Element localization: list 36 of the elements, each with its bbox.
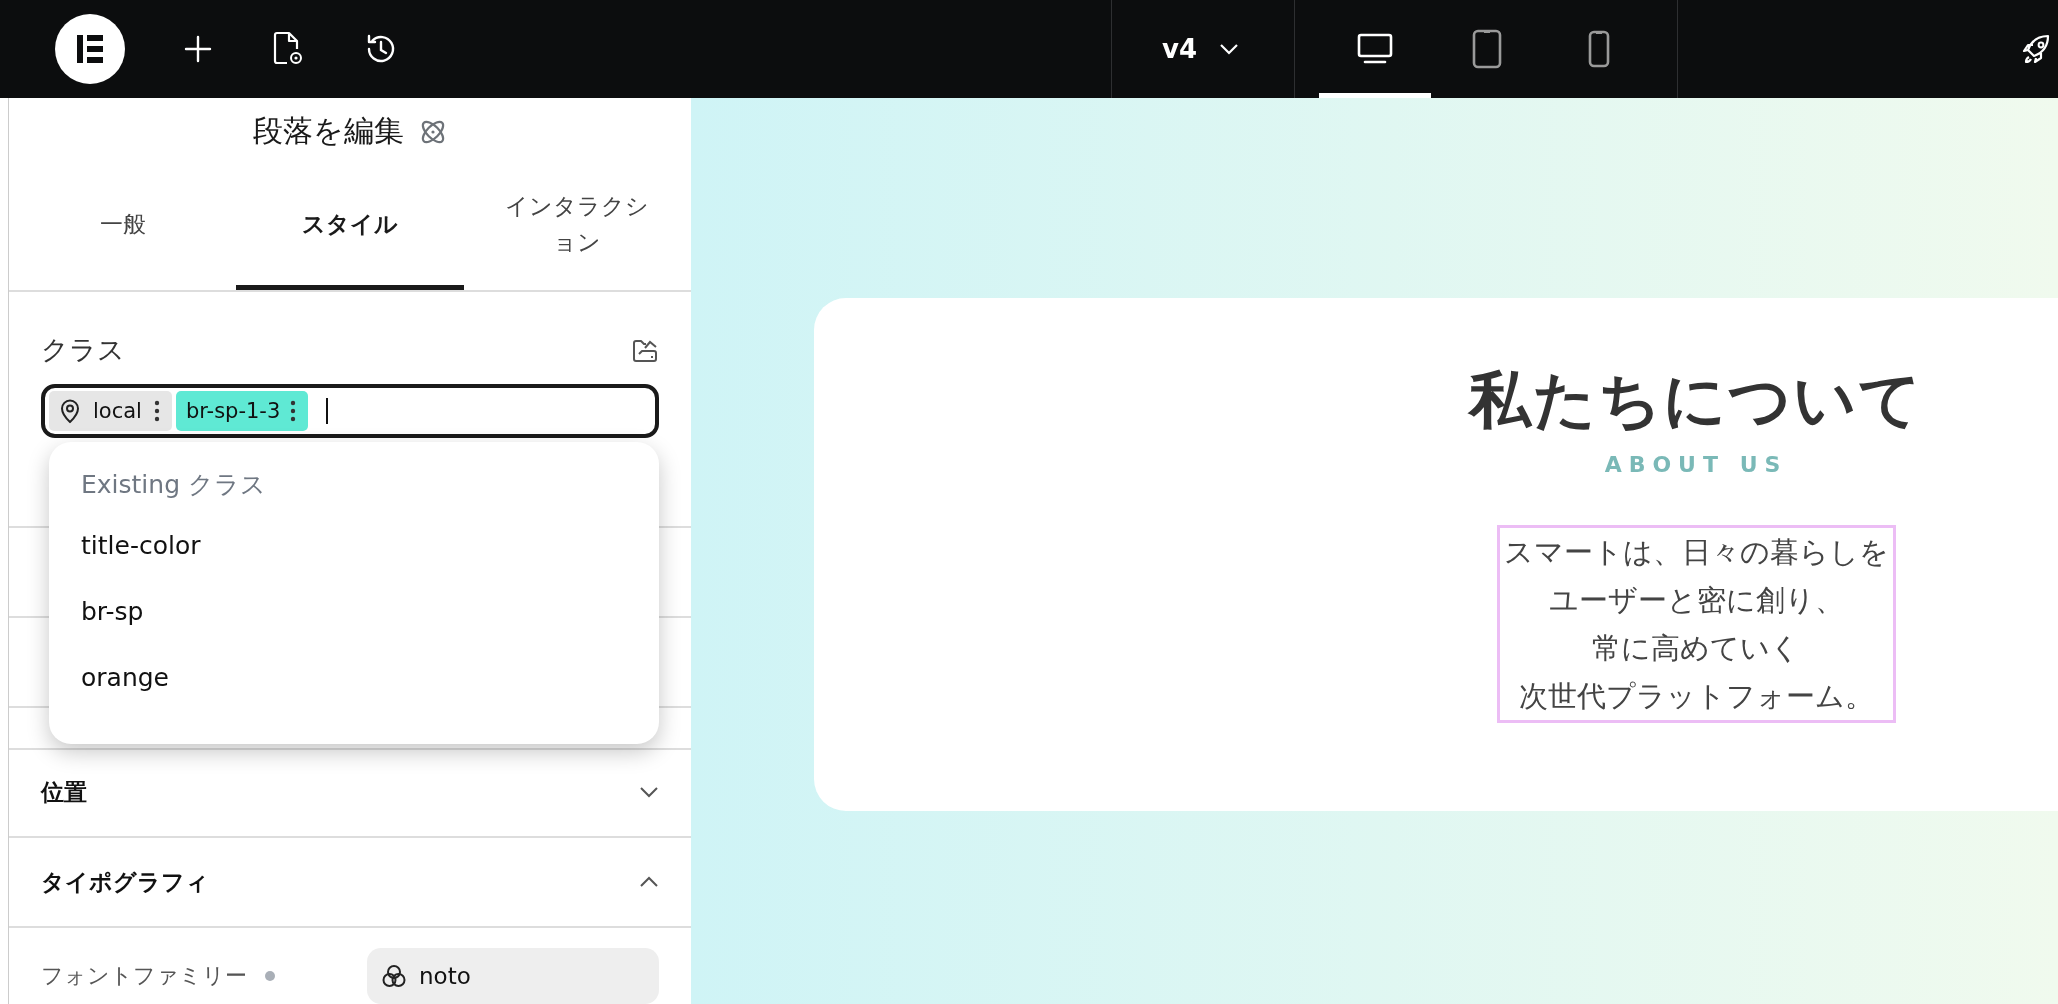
chevron-down-icon — [1219, 43, 1240, 55]
menu-item[interactable]: orange — [81, 663, 659, 729]
section-title[interactable]: 位置 — [41, 776, 87, 808]
section-subheading: ABOUT US — [1604, 452, 1788, 477]
chevron-down-icon[interactable] — [639, 786, 659, 798]
panel-tab[interactable]: スタイル — [236, 165, 464, 290]
field-label: フォントファミリー — [41, 962, 247, 990]
panel-tab[interactable]: 一般 — [9, 165, 237, 290]
menu-item[interactable]: br-sp — [81, 597, 659, 663]
chip-label: br-sp-1-3 — [185, 399, 281, 423]
class-input-field[interactable]: local br-sp-1-3 — [41, 384, 659, 438]
class-chip[interactable]: br-sp-1-3 — [175, 391, 309, 431]
chip-label: local — [93, 399, 142, 423]
menu-item[interactable]: title-color — [81, 531, 659, 597]
menu-heading: Existing クラス — [81, 469, 267, 501]
add-icon[interactable] — [183, 34, 213, 64]
class-chip[interactable]: local — [49, 391, 172, 431]
folder-icon[interactable] — [631, 337, 659, 363]
paragraph-text[interactable]: スマートは、日々の暮らしを ユーザーと密に創り、 常に高めていく 次世代プラットフォーム。 — [1496, 525, 1896, 723]
font-family-select[interactable]: noto — [367, 948, 659, 1004]
section-heading: 私たちについて — [1469, 362, 1923, 438]
font-icon — [381, 963, 407, 989]
desktop-icon — [1356, 32, 1395, 66]
chevron-up-icon[interactable] — [639, 876, 659, 888]
indicator-dot — [265, 971, 275, 981]
panel-tab[interactable]: インタラクション — [463, 165, 691, 290]
text-cursor — [326, 398, 329, 424]
section-title[interactable]: タイポグラフィ — [41, 866, 209, 898]
logo-icon[interactable] — [55, 14, 125, 84]
tablet-icon — [1471, 28, 1504, 70]
more-options-icon[interactable] — [290, 400, 297, 422]
panel-title: 段落を編集 — [252, 112, 404, 151]
location-pin-icon — [59, 398, 81, 424]
classes-label: クラス — [41, 333, 125, 367]
more-options-icon[interactable] — [153, 400, 160, 422]
mobile-icon — [1587, 29, 1612, 69]
